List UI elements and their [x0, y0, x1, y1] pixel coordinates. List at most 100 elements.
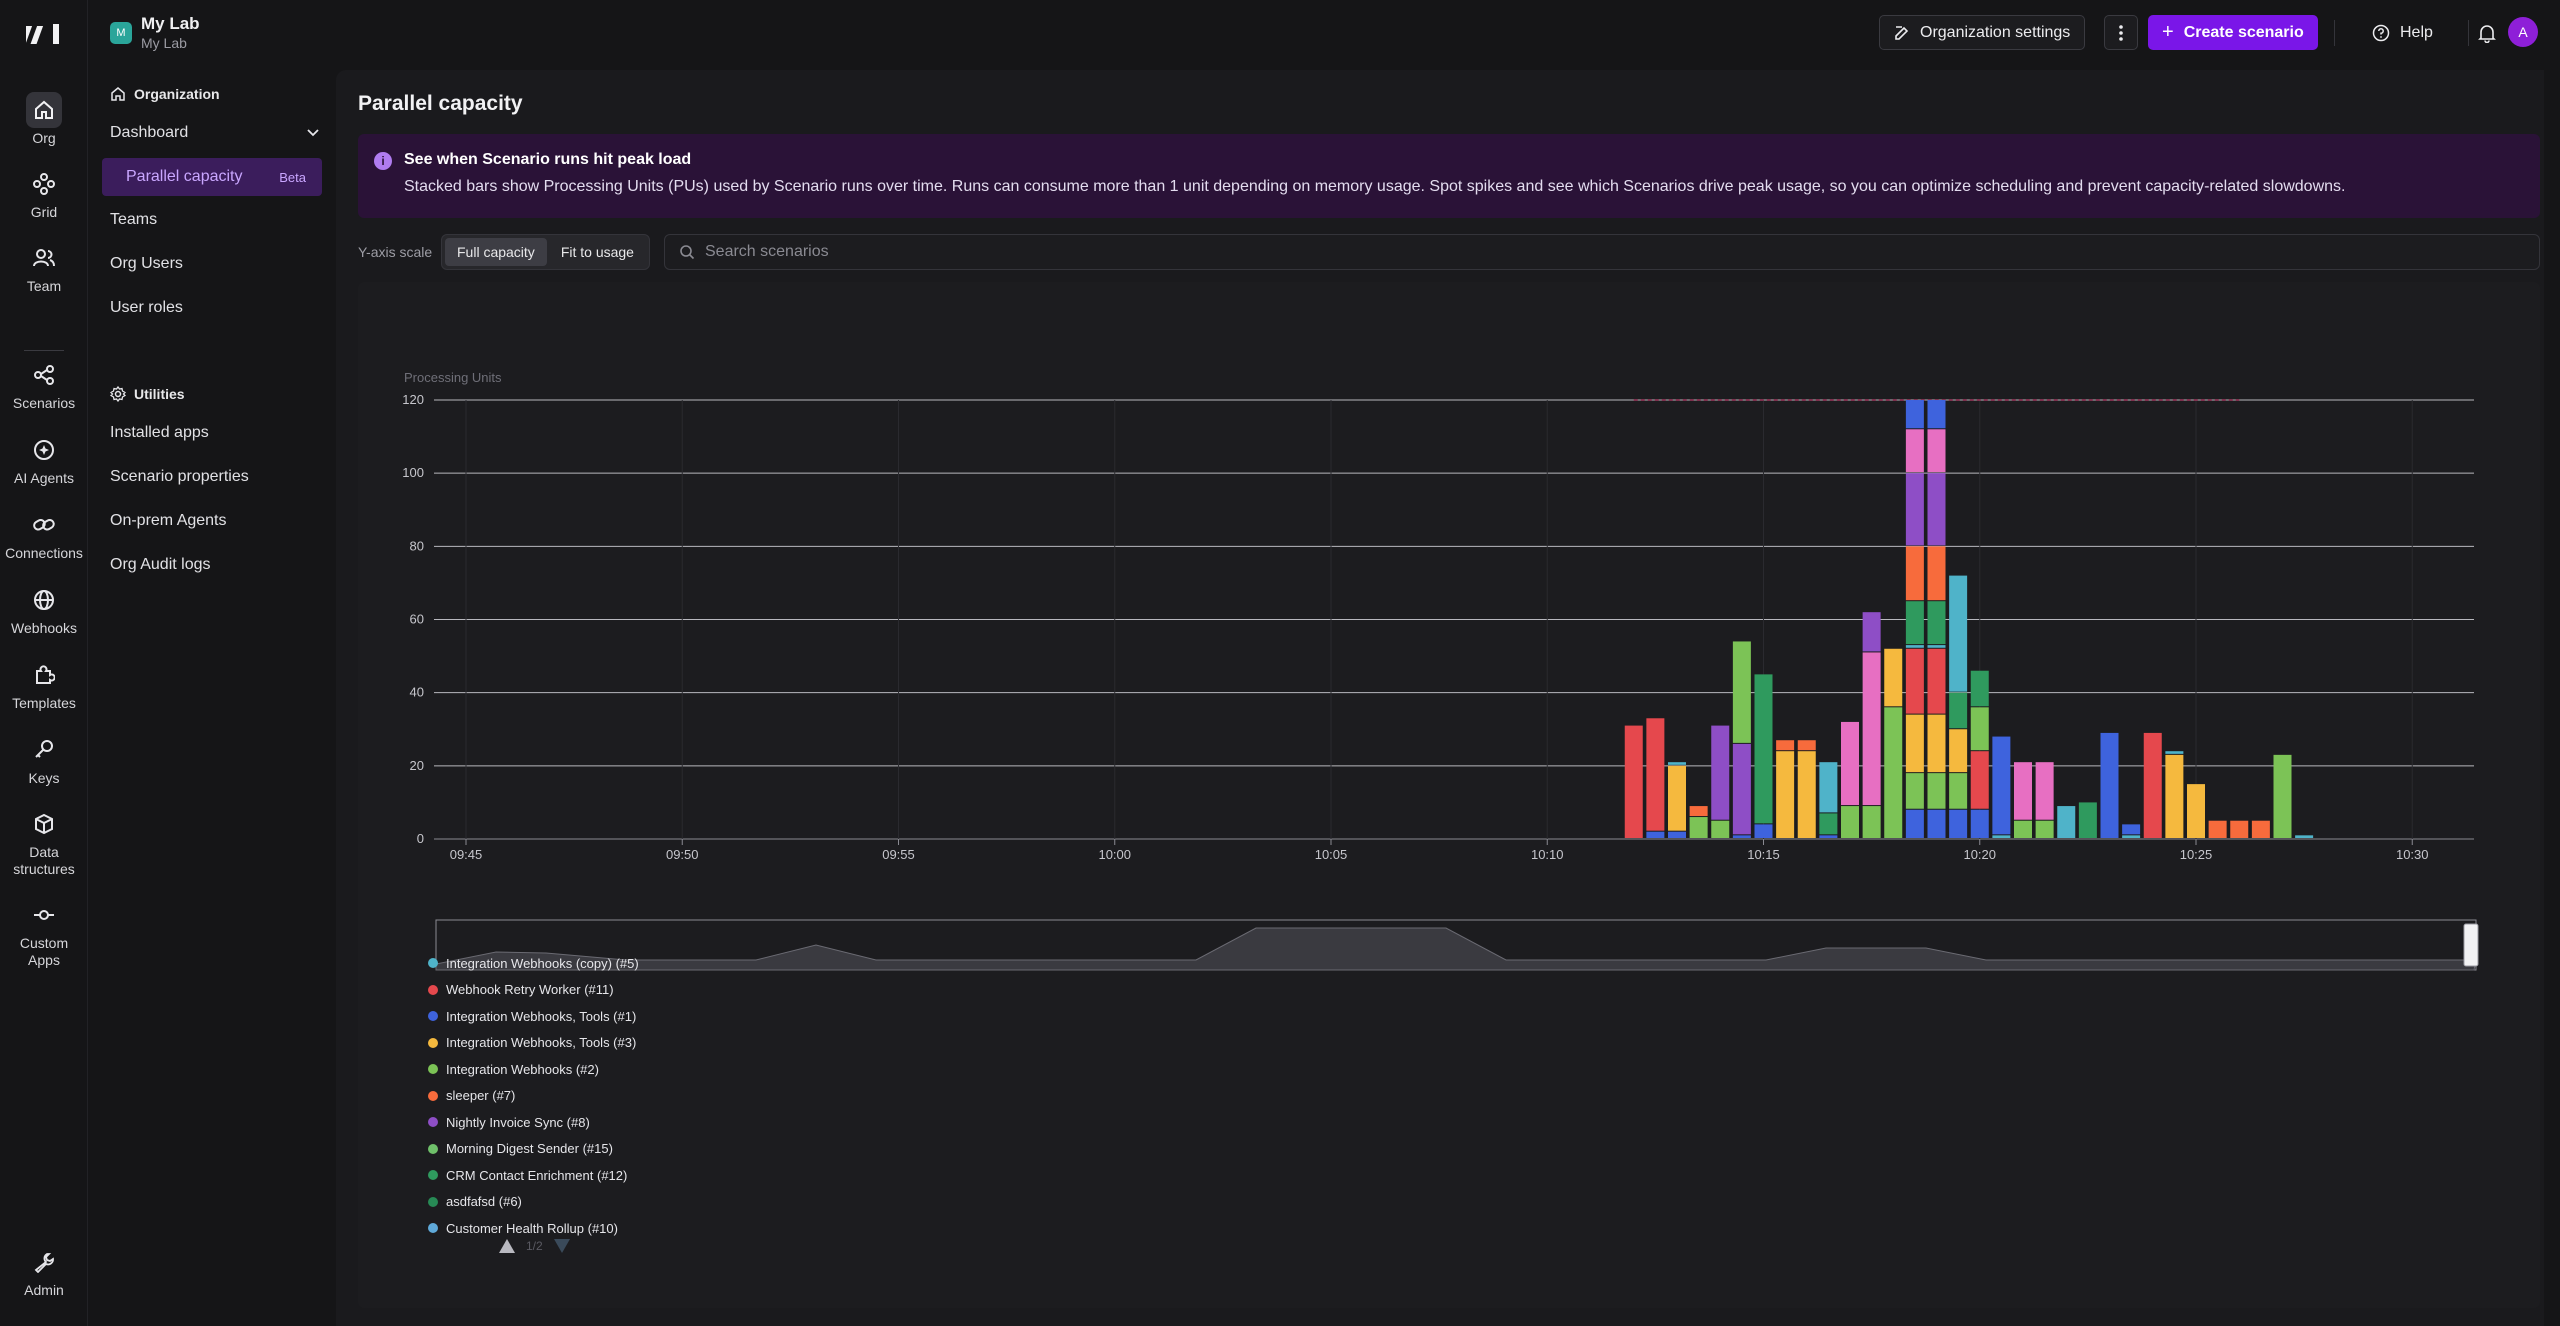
- legend-item[interactable]: Morning Digest Sender (#15): [428, 1136, 639, 1163]
- legend-item[interactable]: sleeper (#7): [428, 1083, 639, 1110]
- org-badge[interactable]: M: [110, 22, 132, 44]
- legend-color-dot: [428, 1064, 438, 1075]
- sidebar-item-dashboard[interactable]: Dashboard: [110, 124, 319, 142]
- help-button[interactable]: Help: [2366, 15, 2439, 50]
- bar-segment: [1905, 648, 1924, 714]
- rail-item-team[interactable]: Team: [0, 240, 88, 295]
- bar-segment: [1927, 648, 1946, 714]
- legend-label: Integration Webhooks (copy) (#5): [446, 955, 639, 971]
- bar-segment: [2251, 820, 2270, 838]
- make-logo-icon[interactable]: [26, 18, 62, 50]
- bar-segment: [1689, 806, 1708, 817]
- rail-item-admin[interactable]: Admin: [0, 1244, 88, 1299]
- team-icon: [26, 240, 62, 276]
- more-options-button[interactable]: [2104, 15, 2138, 50]
- legend-item[interactable]: asdfafsd (#6): [428, 1189, 639, 1216]
- organization-settings-button[interactable]: Organization settings: [1879, 15, 2086, 50]
- bar-segment: [1970, 707, 1989, 751]
- bar-segment: [2078, 802, 2097, 838]
- rail-item-org[interactable]: Org: [0, 92, 88, 147]
- plus-icon: +: [2162, 21, 2174, 43]
- sidebar-item-user-roles[interactable]: User roles: [110, 299, 183, 317]
- fit-to-usage-option[interactable]: Fit to usage: [549, 238, 646, 266]
- notifications-button[interactable]: [2471, 15, 2503, 50]
- rail-item-keys[interactable]: Keys: [0, 732, 88, 787]
- bar-segment: [1905, 400, 1924, 429]
- sidebar-item-label: Scenario properties: [110, 468, 249, 485]
- bar-segment: [1949, 773, 1968, 809]
- search-box: [664, 234, 2540, 270]
- sidebar-item-label: Parallel capacity: [126, 168, 243, 185]
- rail-item-data-structures[interactable]: Data structures: [0, 806, 88, 878]
- page-down-icon[interactable]: [553, 1238, 571, 1254]
- bar-segment: [1949, 692, 1968, 729]
- bar-segment: [2165, 754, 2184, 838]
- legend-color-dot: [428, 1090, 438, 1101]
- sidebar-item-org-users[interactable]: Org Users: [110, 255, 183, 273]
- bar-segment: [2057, 806, 2076, 838]
- bar-segment: [2014, 762, 2032, 820]
- y-axis-scale-toggle: Full capacity Fit to usage: [441, 234, 650, 270]
- x-tick-label: 09:50: [666, 847, 699, 862]
- rail-label: Connections: [5, 545, 83, 561]
- edit-icon: [1895, 25, 1909, 40]
- legend-label: Integration Webhooks, Tools (#3): [446, 1035, 637, 1051]
- rail-item-connections[interactable]: Connections: [0, 507, 88, 562]
- legend-item[interactable]: Integration Webhooks, Tools (#3): [428, 1030, 639, 1057]
- avatar[interactable]: A: [2508, 17, 2538, 47]
- legend-label: Integration Webhooks, Tools (#1): [446, 1008, 637, 1024]
- sidebar-item-label: On-prem Agents: [110, 512, 227, 529]
- bar-segment: [1970, 809, 1989, 838]
- legend-item[interactable]: Integration Webhooks (#2): [428, 1056, 639, 1083]
- legend-item[interactable]: Integration Webhooks, Tools (#1): [428, 1003, 639, 1030]
- bar-segment: [1992, 835, 2011, 838]
- bar-segment: [2143, 732, 2162, 838]
- sidebar-item-label: Dashboard: [110, 124, 189, 141]
- bar-segment: [1884, 648, 1903, 707]
- sidebar-item-parallel-capacity[interactable]: Parallel capacity Beta: [102, 158, 322, 196]
- home-icon: [26, 92, 62, 128]
- rail-item-ai-agents[interactable]: AI Agents: [0, 432, 88, 487]
- legend-item[interactable]: CRM Contact Enrichment (#12): [428, 1162, 639, 1189]
- rail-label: Data structures: [13, 844, 75, 877]
- bar-segment: [1927, 601, 1946, 645]
- bar-segment: [2208, 820, 2227, 838]
- navigator-handle[interactable]: [2463, 923, 2479, 967]
- create-scenario-button[interactable]: + Create scenario: [2148, 15, 2318, 50]
- legend-item[interactable]: Nightly Invoice Sync (#8): [428, 1109, 639, 1136]
- sidebar-item-teams[interactable]: Teams: [110, 211, 157, 229]
- rail-item-grid[interactable]: Grid: [0, 166, 88, 221]
- bar-segment: [1927, 473, 1946, 546]
- search-input[interactable]: [705, 243, 2505, 261]
- legend-label: Customer Health Rollup (#10): [446, 1220, 618, 1236]
- bar-segment: [1776, 740, 1795, 751]
- sidebar-item-label: Org Audit logs: [110, 556, 211, 573]
- x-tick-label: 09:45: [450, 847, 483, 862]
- org-name[interactable]: My Lab: [141, 14, 200, 34]
- rail-item-custom-apps[interactable]: Custom Apps: [0, 897, 88, 969]
- organization-settings-label: Organization settings: [1920, 23, 2071, 41]
- rail-item-webhooks[interactable]: Webhooks: [0, 582, 88, 637]
- globe-icon: [26, 582, 62, 618]
- bell-icon: [2478, 24, 2496, 43]
- legend-color-dot: [428, 1011, 438, 1022]
- bar-segment: [1668, 831, 1686, 838]
- cube-icon: [26, 806, 62, 842]
- sidebar-item-on-prem-agents[interactable]: On-prem Agents: [110, 512, 227, 530]
- beta-badge: Beta: [279, 169, 306, 185]
- sidebar-item-installed-apps[interactable]: Installed apps: [110, 424, 209, 442]
- gear-icon: [110, 386, 126, 402]
- full-capacity-option[interactable]: Full capacity: [445, 238, 547, 266]
- sidebar-item-org-audit-logs[interactable]: Org Audit logs: [110, 556, 211, 574]
- legend-item[interactable]: Integration Webhooks (copy) (#5): [428, 950, 639, 977]
- sidebar-item-scenario-properties[interactable]: Scenario properties: [110, 468, 249, 486]
- rail-label: Custom Apps: [19, 935, 69, 968]
- rail-item-templates[interactable]: Templates: [0, 657, 88, 712]
- page-up-icon[interactable]: [498, 1238, 516, 1254]
- bar-segment: [1797, 740, 1816, 751]
- legend-label: Integration Webhooks (#2): [446, 1061, 599, 1077]
- legend-item[interactable]: Webhook Retry Worker (#11): [428, 977, 639, 1004]
- rail-item-scenarios[interactable]: Scenarios: [0, 357, 88, 412]
- bar-segment: [1884, 707, 1903, 838]
- bar-segment: [1949, 809, 1968, 838]
